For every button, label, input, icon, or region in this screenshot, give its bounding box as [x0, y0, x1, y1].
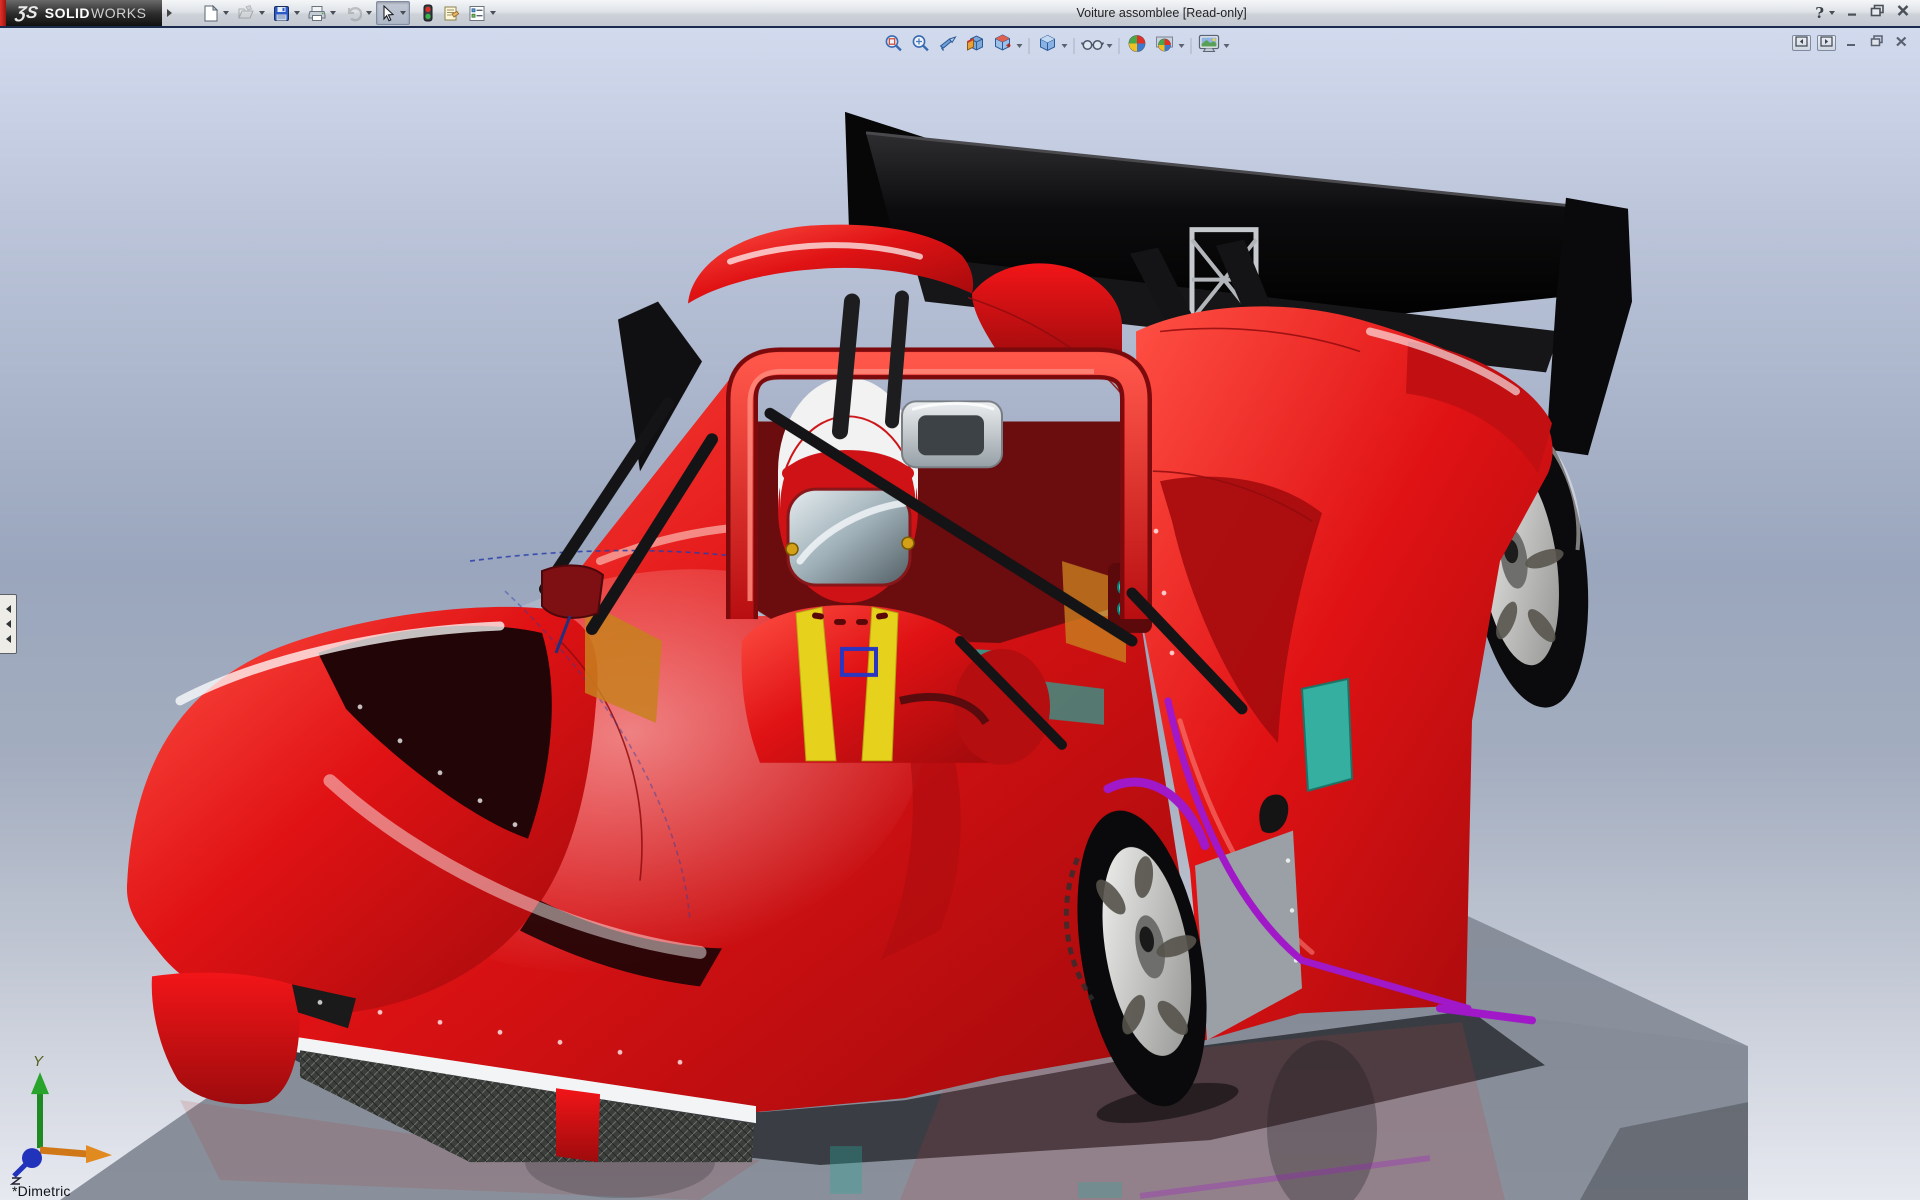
doc-restore-button[interactable]	[1867, 35, 1886, 51]
help-button[interactable]: ?	[1813, 3, 1837, 23]
edit-appearance-button[interactable]	[1124, 33, 1151, 59]
note-hand-icon	[442, 5, 460, 22]
display-cube-icon	[1036, 33, 1058, 59]
magnifier-fit-icon	[884, 33, 905, 59]
titlebar: ƷS SOLID WORKS	[0, 0, 1920, 26]
chevron-down-icon[interactable]	[400, 11, 406, 15]
color-ball-icon	[1127, 33, 1148, 59]
chevron-down-icon[interactable]	[1224, 44, 1230, 48]
monitor-icon	[1198, 33, 1221, 59]
close-button[interactable]	[1894, 3, 1912, 23]
minimize-icon	[1846, 4, 1859, 22]
undo-arrow-icon	[344, 5, 362, 22]
restore-button[interactable]	[1868, 3, 1887, 23]
previous-view-icon	[937, 34, 959, 59]
solidworks-window: ƷS SOLID WORKS	[0, 0, 1920, 1200]
chevron-left-icon	[6, 635, 11, 643]
doc-minimize-button[interactable]	[1842, 35, 1861, 51]
cursor-arrow-icon	[380, 5, 396, 22]
restore-icon	[1870, 34, 1884, 52]
graphics-area[interactable]: Y *Dimetric	[0, 26, 1920, 1200]
chevron-left-icon	[6, 605, 11, 613]
orientation-cube-icon	[991, 33, 1013, 59]
glasses-icon	[1080, 35, 1104, 58]
view-settings-button[interactable]	[1196, 33, 1223, 59]
window-title: Voiture assomblee [Read-only]	[1076, 0, 1246, 26]
chevron-down-icon[interactable]	[1179, 44, 1185, 48]
select-button[interactable]	[376, 1, 410, 25]
pane-toggle-left-button[interactable]	[1792, 35, 1811, 51]
brand-bold: SOLID	[45, 5, 90, 21]
pane-toggle-left-icon	[1795, 34, 1808, 52]
pane-toggle-right-button[interactable]	[1817, 35, 1836, 51]
chevron-down-icon[interactable]	[1829, 11, 1835, 15]
section-cube-icon	[964, 33, 986, 59]
save-floppy-icon	[273, 5, 290, 22]
window-controls: ?	[1813, 0, 1912, 26]
zoom-to-area-button[interactable]	[908, 33, 935, 59]
minimize-icon	[1845, 34, 1858, 52]
display-style-button[interactable]	[1034, 33, 1061, 59]
standard-toolbar	[198, 0, 500, 26]
restore-icon	[1870, 4, 1885, 22]
minimize-button[interactable]	[1844, 3, 1861, 23]
left-wing-mirror[interactable]	[542, 565, 603, 617]
hide-show-items-button[interactable]	[1079, 33, 1106, 59]
ds-logo-glyph: ƷS	[15, 3, 40, 23]
grille-pillar[interactable]	[556, 1088, 600, 1162]
chevron-down-icon[interactable]	[1017, 44, 1023, 48]
apply-scene-button[interactable]	[1151, 33, 1178, 59]
headsup-view-toolbar	[881, 33, 1232, 59]
open-folder-icon	[237, 5, 255, 22]
accent-strip	[0, 0, 6, 26]
race-car-model[interactable]: Y	[0, 28, 1920, 1200]
magnifier-area-icon	[911, 33, 932, 59]
chevron-left-icon	[6, 620, 11, 628]
chevron-down-icon[interactable]	[490, 11, 496, 15]
checklist-icon	[468, 5, 486, 22]
chevron-down-icon[interactable]	[223, 11, 229, 15]
scene-ball-icon	[1153, 33, 1175, 59]
front-canard[interactable]	[152, 973, 300, 1104]
undo-button[interactable]	[340, 1, 376, 25]
open-button[interactable]	[233, 1, 269, 25]
save-button[interactable]	[269, 1, 304, 25]
printer-icon	[308, 5, 326, 22]
brand-light: WORKS	[91, 5, 146, 21]
app-logo: ƷS SOLID WORKS	[6, 0, 162, 26]
chevron-down-icon[interactable]	[294, 11, 300, 15]
new-button[interactable]	[198, 1, 233, 25]
chevron-down-icon[interactable]	[1062, 44, 1068, 48]
chevron-down-icon[interactable]	[366, 11, 372, 15]
help-icon: ?	[1815, 4, 1824, 22]
close-icon	[1895, 34, 1908, 52]
rebuild-button[interactable]	[418, 1, 438, 25]
previous-view-button[interactable]	[935, 33, 962, 59]
pane-toggle-right-icon	[1820, 34, 1833, 52]
teal-side-window[interactable]	[1302, 679, 1352, 791]
section-view-button[interactable]	[962, 33, 989, 59]
zoom-to-fit-button[interactable]	[881, 33, 908, 59]
chevron-down-icon[interactable]	[330, 11, 336, 15]
view-orientation-button[interactable]	[989, 33, 1016, 59]
orientation-triad: Y	[12, 1053, 112, 1184]
print-button[interactable]	[304, 1, 340, 25]
featuremanager-collapsed-tab[interactable]	[0, 594, 17, 654]
traffic-light-icon	[422, 4, 434, 22]
new-document-icon	[202, 5, 219, 22]
toolbar-expand-button[interactable]	[162, 2, 176, 24]
document-window-controls	[1792, 35, 1911, 51]
chevron-down-icon[interactable]	[1107, 44, 1113, 48]
chevron-down-icon[interactable]	[259, 11, 265, 15]
file-properties-button[interactable]	[438, 1, 464, 25]
triad-y-label: Y	[33, 1053, 44, 1070]
close-icon	[1896, 4, 1910, 22]
chevron-right-icon	[167, 9, 172, 17]
options-button[interactable]	[464, 1, 500, 25]
view-orientation-label: *Dimetric	[12, 1183, 71, 1199]
doc-close-button[interactable]	[1892, 35, 1911, 51]
